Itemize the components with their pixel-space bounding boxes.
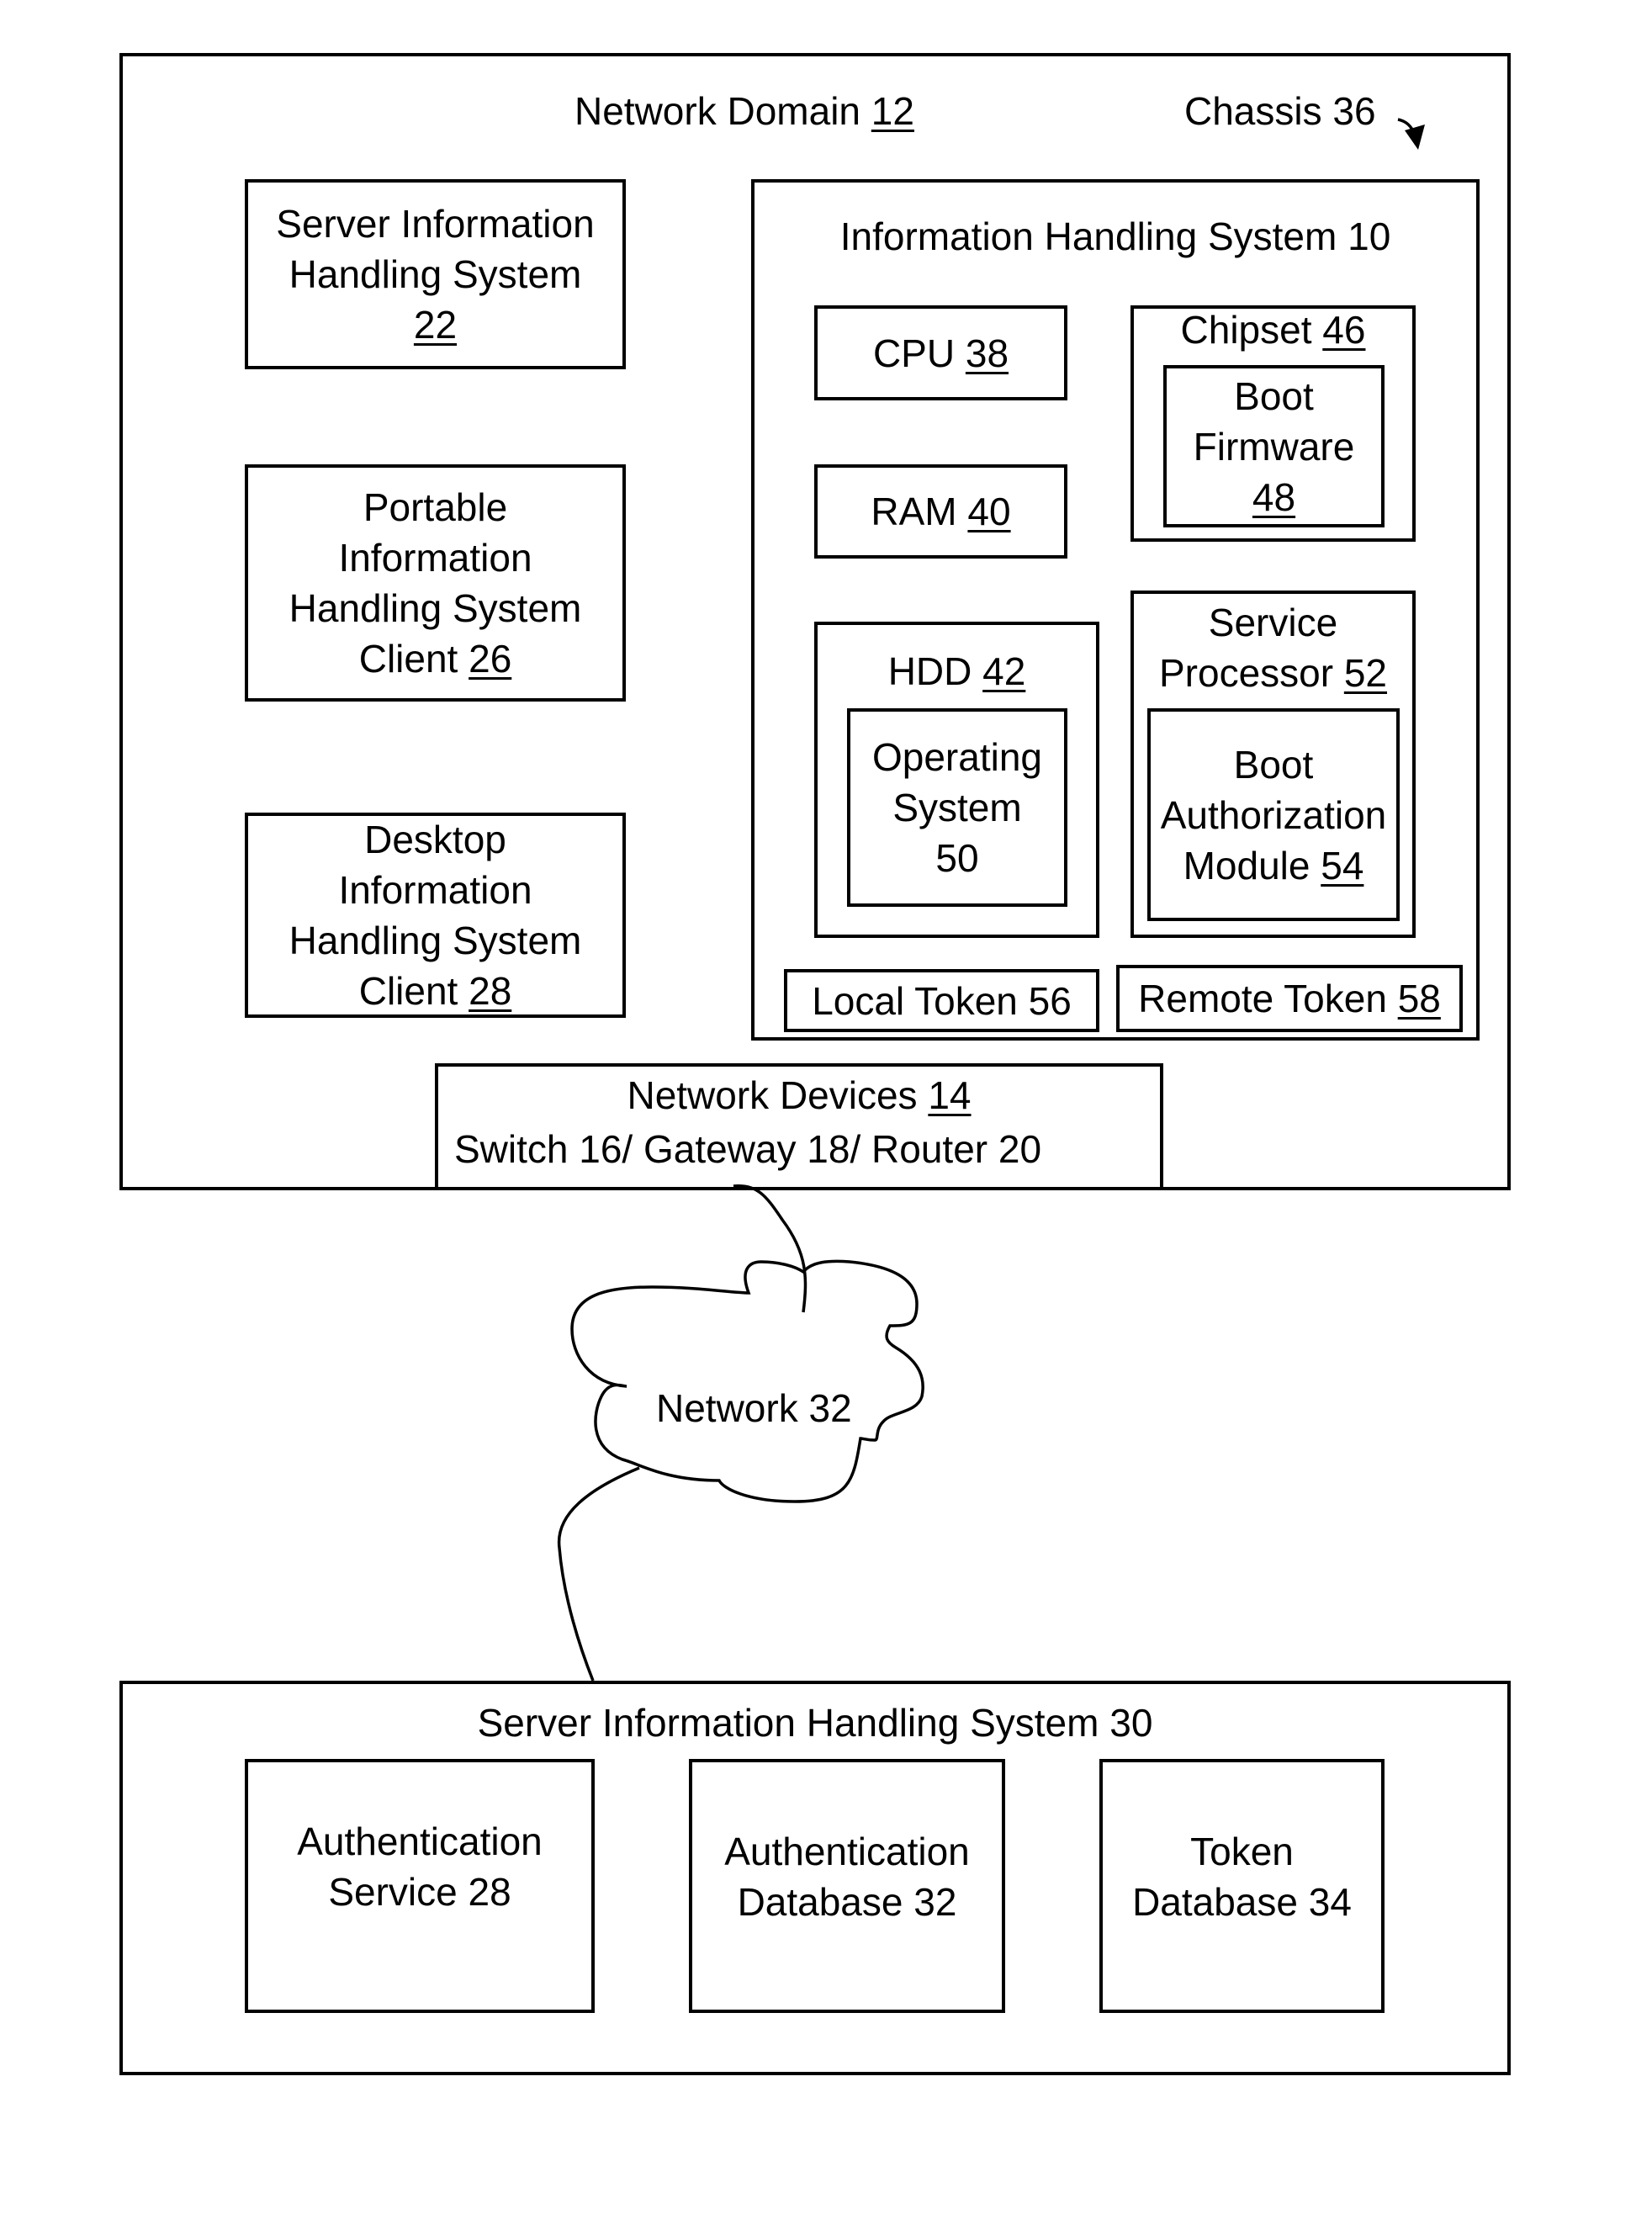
- remote-token-58-box: Remote Token 58: [1116, 965, 1463, 1032]
- cpu-38-box: CPU 38: [814, 305, 1067, 400]
- network-domain-label: Network Domain 12: [574, 89, 914, 133]
- os-50-box: Operating System 50: [847, 708, 1067, 907]
- portable-client-26-box: Portable Information Handling System Cli…: [245, 464, 626, 702]
- network-domain-ref: 12: [871, 89, 914, 133]
- local-token-56-box: Local Token 56: [784, 969, 1099, 1032]
- chipset-label: Chipset 46: [1180, 308, 1366, 352]
- hdd-label: HDD 42: [887, 649, 1026, 693]
- server-ihs-22-box: Server Information Handling System 22: [245, 179, 626, 369]
- network-cloud-icon: [570, 1259, 924, 1503]
- chassis-label: Chassis 36: [1184, 89, 1376, 133]
- service-processor-label: Service Processor 52: [1158, 601, 1388, 695]
- authentication-service-28-box: Authentication Service 28: [245, 1759, 595, 2013]
- ihs-10-title: Information Handling System 10: [839, 215, 1391, 258]
- network-devices-label: Network Devices 14: [627, 1073, 972, 1117]
- token-database-34-box: Token Database 34: [1099, 1759, 1385, 2013]
- boot-authorization-module-54-box: Boot Authorization Module 54: [1147, 708, 1400, 921]
- boot-firmware-48-box: Boot Firmware 48: [1163, 365, 1385, 527]
- network-32-label: Network 32: [656, 1386, 852, 1430]
- server-ihs-30-title: Server Information Handling System 30: [477, 1701, 1153, 1745]
- network-devices-list: Switch 16/ Gateway 18/ Router 20: [454, 1127, 1042, 1171]
- network-to-server-wire: [557, 1466, 640, 1682]
- desktop-client-28-box: Desktop Information Handling System Clie…: [245, 813, 626, 1018]
- ram-40-box: RAM 40: [814, 464, 1067, 559]
- authentication-database-32-box: Authentication Database 32: [689, 1759, 1005, 2013]
